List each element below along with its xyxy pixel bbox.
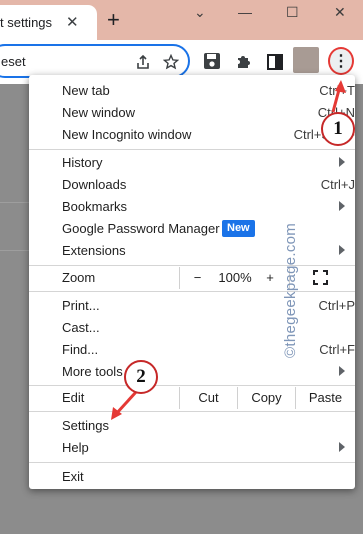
watermark: ©thegeekpage.com: [282, 222, 299, 358]
arrow-to-settings: [114, 390, 138, 416]
callout-step-2: 2: [124, 360, 158, 394]
arrowhead-icon: [335, 80, 346, 93]
callout-step-1: 1: [321, 112, 355, 146]
annotation-arrows: [111, 80, 346, 420]
